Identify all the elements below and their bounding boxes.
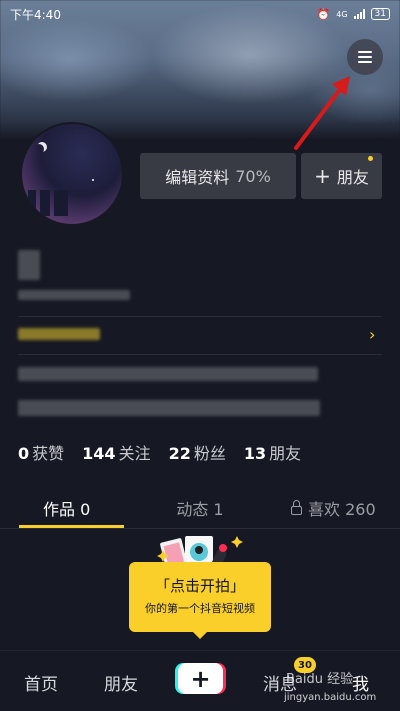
alarm-icon: ⏰ [316, 7, 331, 21]
tab-likes[interactable]: 喜欢 260 [267, 490, 400, 528]
profile-completion: 70% [235, 166, 271, 186]
stat-likes[interactable]: 0 获赞 [18, 440, 64, 464]
redacted-tag [18, 328, 100, 340]
star-icon [92, 179, 94, 181]
add-friend-label: 朋友 [336, 168, 369, 187]
redacted-nickname [18, 250, 40, 280]
divider [18, 354, 382, 355]
tabs-divider [0, 528, 400, 529]
tab-likes-label: 喜欢 260 [308, 500, 376, 519]
stat-followers[interactable]: 22 粉丝 [169, 440, 226, 464]
shoot-tooltip-title: 「点击开拍」 [154, 577, 245, 595]
moon-icon [34, 144, 44, 154]
tab-activity[interactable]: 动态 1 [133, 490, 266, 528]
status-time: 下午4:40 [10, 7, 61, 22]
chevron-right-icon[interactable]: › [369, 325, 375, 344]
profile-stats: 0 获赞 144 关注 22 粉丝 13 朋友 [18, 440, 301, 464]
baidu-watermark: Baidu 经验 [286, 672, 354, 687]
baidu-watermark-url: jingyan.baidu.com [284, 692, 377, 703]
profile-tabs: 作品 0 动态 1 喜欢 260 [0, 490, 400, 528]
redacted-bio-line-2 [18, 400, 320, 416]
annotation-arrow-icon [294, 76, 350, 150]
lock-icon [291, 500, 302, 515]
edit-profile-button[interactable]: 编辑资料 70% [140, 153, 296, 199]
redacted-id [18, 290, 130, 300]
divider [18, 316, 382, 317]
plus-icon: + [314, 164, 331, 188]
status-icons: ⏰ 4G 31 [317, 8, 390, 21]
redacted-bio-line-1 [18, 367, 318, 381]
create-video-button[interactable]: + [178, 663, 223, 694]
stat-following[interactable]: 144 关注 [82, 440, 150, 464]
edit-profile-label: 编辑资料 [165, 168, 230, 187]
city-silhouette [28, 190, 68, 216]
stat-friends[interactable]: 13 朋友 [244, 440, 301, 464]
shoot-tooltip-subtitle: 你的第一个抖音短视频 [145, 602, 255, 615]
notification-dot [368, 156, 373, 161]
avatar[interactable] [20, 122, 124, 226]
battery-icon: 31 [370, 8, 390, 20]
status-bar: 下午4:40 ⏰ 4G 31 [0, 0, 400, 28]
nav-home[interactable]: 首页 [24, 670, 58, 695]
tab-works[interactable]: 作品 0 [0, 490, 133, 528]
network-label: 4G [336, 9, 348, 19]
shoot-tooltip[interactable]: 「点击开拍」 你的第一个抖音短视频 [129, 562, 271, 639]
signal-icon [353, 9, 365, 19]
nav-friends[interactable]: 朋友 [104, 670, 138, 695]
